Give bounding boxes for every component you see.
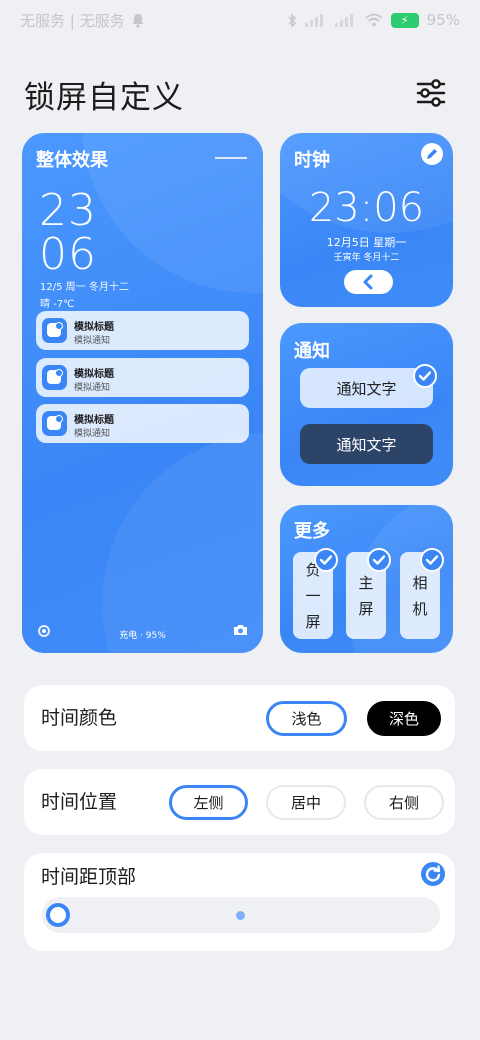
notification-card-title: 通知 — [294, 341, 330, 362]
option-char: 相 — [412, 574, 428, 592]
clock-title: 时钟 — [294, 150, 330, 171]
clock-card[interactable]: 时钟 23:06 12月5日 星期一 壬寅年 冬月十二 — [280, 133, 453, 307]
preview-date: 12/5 周一 冬月十二 — [40, 282, 129, 293]
checkmark-icon — [413, 364, 437, 388]
notification-body: 模拟通知 — [74, 429, 111, 439]
page-title: 锁屏自定义 — [24, 80, 184, 116]
time-position-label: 时间位置 — [41, 791, 118, 813]
notification-dark-option[interactable]: 通知文字 — [300, 424, 433, 464]
slider-thumb[interactable] — [46, 903, 70, 927]
option-char: 主 — [358, 574, 374, 592]
notification-card[interactable]: 通知 通知文字 通知文字 — [280, 323, 453, 486]
notification-title: 模拟标题 — [74, 415, 114, 426]
notification-title: 模拟标题 — [74, 322, 114, 333]
pencil-icon[interactable] — [421, 143, 443, 165]
position-right-button[interactable]: 右侧 — [364, 785, 444, 820]
preview-weather: 晴 -7℃ — [40, 299, 75, 310]
signal-icon — [304, 14, 323, 27]
time-top-label: 时间距顶部 — [41, 866, 137, 888]
clock-time: 23:06 — [308, 185, 425, 231]
checkmark-icon — [367, 548, 391, 572]
wifi-icon — [365, 13, 383, 27]
option-char: 屏 — [305, 613, 321, 631]
position-center-button[interactable]: 居中 — [266, 785, 346, 820]
camera-icon — [234, 625, 247, 635]
slider-midpoint-marker — [236, 911, 245, 920]
battery-percent: 95% — [426, 11, 460, 29]
time-top-row: 时间距顶部 — [24, 853, 455, 951]
more-card-title: 更多 — [294, 521, 330, 542]
sliders-icon[interactable] — [412, 74, 450, 112]
option-char: 机 — [412, 600, 428, 618]
more-card[interactable]: 更多 负 一 屏 主 屏 相 机 — [280, 505, 453, 653]
app-icon — [42, 411, 67, 436]
status-bar: 无服务 | 无服务 ⚡ 95% — [0, 0, 480, 40]
card-decoration — [102, 433, 263, 653]
option-char: 一 — [305, 587, 321, 605]
signal-icon — [334, 14, 353, 27]
clock-lunar-date: 壬寅年 冬月十二 — [333, 253, 400, 263]
preview-minute: 06 — [39, 229, 97, 280]
option-char: 屏 — [358, 600, 374, 618]
position-left-button[interactable]: 左侧 — [169, 785, 248, 820]
refresh-icon[interactable] — [421, 862, 445, 886]
preview-notification: 模拟标题 模拟通知 — [36, 358, 249, 397]
bluetooth-icon — [288, 12, 296, 28]
app-icon — [42, 365, 67, 390]
bell-icon — [132, 13, 144, 28]
charging-status: 充电 · 95% — [119, 631, 166, 641]
dark-color-button[interactable]: 深色 — [367, 701, 441, 736]
carrier-text: 无服务 | 无服务 — [20, 11, 125, 30]
overall-preview-card[interactable]: 整体效果 23 06 12/5 周一 冬月十二 晴 -7℃ 模拟标题 模拟通知 … — [22, 133, 263, 653]
time-color-label: 时间颜色 — [41, 707, 118, 729]
checkmark-icon — [420, 548, 444, 572]
preview-hour: 23 — [39, 185, 97, 236]
title-divider — [215, 157, 247, 159]
battery-icon: ⚡ — [390, 12, 419, 28]
notification-body: 模拟通知 — [74, 383, 111, 393]
preview-notification: 模拟标题 模拟通知 — [36, 404, 249, 443]
notification-title: 模拟标题 — [74, 369, 114, 380]
clock-date: 12月5日 星期一 — [326, 236, 407, 249]
notification-body: 模拟通知 — [74, 336, 111, 346]
preview-notification: 模拟标题 模拟通知 — [36, 311, 249, 350]
clock-style-toggle[interactable] — [344, 270, 393, 294]
time-top-slider[interactable] — [42, 897, 440, 933]
chevron-left-icon — [363, 274, 373, 290]
time-color-row: 时间颜色 浅色 深色 — [24, 685, 455, 751]
preview-title: 整体效果 — [36, 150, 108, 171]
light-color-button[interactable]: 浅色 — [266, 701, 347, 736]
app-icon — [42, 318, 67, 343]
checkmark-icon — [314, 548, 338, 572]
time-position-row: 时间位置 左侧 居中 右侧 — [24, 769, 455, 835]
